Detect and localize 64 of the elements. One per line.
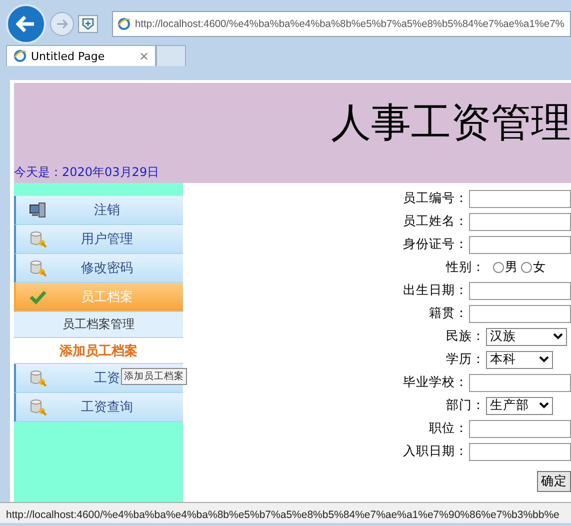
menu-item[interactable]: 工资查询	[14, 393, 183, 422]
menu-label: 注销	[94, 202, 120, 219]
tab-title: Untitled Page	[31, 50, 105, 62]
status-text: http://localhost:4600/%e4%ba%ba%e4%ba%8b%e5%b7%a5%e8%b5%84%e7%ae%a1%e7%90%86%e7%b3%bb%e	[5, 508, 560, 521]
submenu-item[interactable]: 员工档案管理	[14, 312, 183, 338]
field-label: 籍贯：	[428, 305, 468, 322]
database-key-icon	[29, 398, 47, 416]
radio-option[interactable]: 男	[493, 259, 518, 276]
menu-label: 修改密码	[81, 260, 133, 277]
field-label: 毕业学校：	[402, 374, 468, 391]
computer-icon	[29, 202, 47, 218]
favorites-button[interactable]	[78, 15, 98, 33]
input-field[interactable]	[469, 236, 571, 254]
forward-button[interactable]	[50, 12, 74, 36]
field-label: 出生日期：	[402, 282, 468, 299]
field-label: 部门：	[445, 397, 485, 414]
page-title: 人事工资管理	[331, 99, 571, 148]
browser-tab[interactable]: Untitled Page ×	[6, 45, 156, 66]
database-key-icon	[29, 230, 47, 248]
checkmark-icon	[29, 289, 47, 305]
menu-label: 用户管理	[81, 231, 133, 248]
confirm-button[interactable]: 确定	[537, 471, 571, 492]
field-label: 员工编号：	[402, 190, 468, 207]
menu-label: 工资	[94, 370, 120, 387]
new-tab-button[interactable]	[156, 45, 186, 66]
tooltip: 添加员工档案	[121, 368, 187, 385]
tab-close-button[interactable]: ×	[138, 49, 149, 63]
menu-label: 员工档案	[81, 289, 133, 306]
chevron-down-icon	[553, 333, 563, 340]
database-key-icon	[29, 369, 47, 387]
database-key-icon	[29, 259, 47, 277]
back-arrow-icon	[16, 15, 36, 33]
input-field[interactable]	[469, 304, 571, 322]
menu-label: 工资查询	[81, 399, 133, 416]
dropdown[interactable]: 汉族	[486, 328, 567, 346]
chevron-down-icon	[539, 356, 549, 363]
field-label: 职位：	[428, 420, 468, 437]
field-label: 性别：	[444, 259, 485, 276]
browser-logo-icon	[13, 49, 27, 63]
address-bar[interactable]: http://localhost:4600/%e4%ba%ba%e4%ba%8b%e5%b7%a5%e8%b5%84%e7%ae%a1%e7%	[112, 11, 571, 37]
menu-item[interactable]: 修改密码	[14, 254, 183, 283]
plus-shield-icon	[82, 18, 94, 30]
field-label: 身份证号：	[402, 236, 468, 253]
field-label: 入职日期：	[402, 443, 468, 460]
input-field[interactable]	[469, 212, 571, 230]
input-field[interactable]	[469, 442, 571, 460]
menu-item[interactable]: 注销	[14, 196, 183, 225]
url-text: http://localhost:4600/%e4%ba%ba%e4%ba%8b%e5%b7%a5%e8%b5%84%e7%ae%a1%e7%	[135, 18, 564, 30]
chevron-down-icon	[539, 402, 549, 409]
field-label: 员工姓名：	[402, 213, 468, 230]
dropdown[interactable]: 生产部	[486, 396, 553, 414]
input-field[interactable]	[469, 420, 571, 438]
input-field[interactable]	[469, 190, 571, 208]
back-button[interactable]	[6, 4, 46, 44]
menu-item[interactable]: 用户管理	[14, 225, 183, 254]
field-label: 民族：	[445, 328, 485, 345]
radio-option[interactable]: 女	[521, 259, 546, 276]
input-field[interactable]	[469, 282, 571, 300]
dropdown[interactable]: 本科	[486, 350, 553, 368]
date-text: 今天是：2020年03月29日	[14, 164, 160, 181]
field-label: 学历：	[445, 351, 485, 368]
input-field[interactable]	[469, 374, 571, 392]
browser-logo-icon	[117, 17, 131, 31]
forward-arrow-icon	[56, 19, 68, 29]
